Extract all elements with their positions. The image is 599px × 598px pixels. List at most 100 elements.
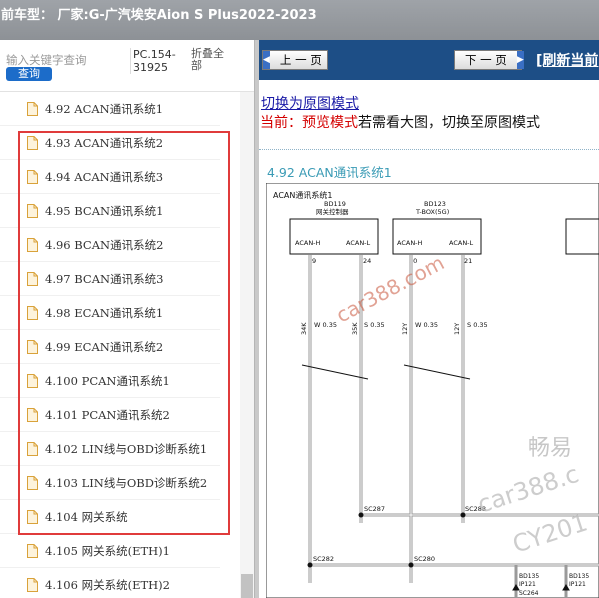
pin-21: 21	[464, 257, 472, 265]
prev-page-button[interactable]: ◀ 上 一 页	[262, 50, 328, 70]
arrow-left-icon: ◀	[263, 51, 270, 69]
tree-item-label: 4.104 网关系统	[45, 509, 128, 524]
divider	[259, 149, 599, 150]
refresh-link[interactable]: [刷新当前	[536, 50, 598, 70]
document-icon	[27, 135, 38, 150]
watermark-brand: 畅易	[528, 436, 572, 461]
tree-item-label: 4.99 ECAN通讯系统2	[45, 339, 164, 354]
tree-item-label: 4.95 BCAN通讯系统1	[45, 203, 164, 218]
collapse-all-button[interactable]: 折叠全部	[191, 48, 231, 72]
document-icon	[27, 475, 38, 490]
wire-34k: 34K	[300, 322, 308, 335]
wire-w035-2: W 0.35	[415, 321, 438, 329]
wire-w035-1: W 0.35	[314, 321, 337, 329]
section-title: 4.92 ACAN通讯系统1	[267, 165, 392, 180]
wire-35k: 35K	[351, 322, 359, 335]
tree-item-label: 4.97 BCAN通讯系统3	[45, 271, 164, 286]
pin-acan-l-2: ACAN-L	[449, 239, 474, 247]
document-icon	[27, 305, 38, 320]
tree-item[interactable]: 4.99 ECAN通讯系统2	[0, 330, 220, 364]
right-panel: ◀ 上 一 页 下 一 页 ▶ [刷新当前 切换为原图模式 当前：预览模式若需看…	[259, 40, 599, 598]
next-page-button[interactable]: 下 一 页 ▶	[454, 50, 524, 70]
connector-ip121-1: IP121	[519, 581, 536, 588]
document-icon	[27, 237, 38, 252]
switch-mode-link[interactable]: 切换为原图模式	[261, 93, 359, 113]
tree-item-label: 4.94 ACAN通讯系统3	[45, 169, 164, 184]
module1-name: 网关控制器	[316, 207, 349, 216]
pin-24: 24	[363, 257, 371, 265]
document-icon	[27, 543, 38, 558]
tree-item[interactable]: 4.106 网关系统(ETH)2	[0, 568, 220, 598]
connector-bd135-2: BD135	[569, 573, 589, 580]
pc-code: PC.154-31925	[130, 48, 180, 74]
current-mode-line: 当前：预览模式若需看大图，切换至原图模式	[260, 112, 540, 132]
tree-item-label: 4.103 LIN线与OBD诊断系统2	[45, 475, 208, 490]
next-page-label: 下 一 页	[465, 53, 507, 67]
pin-9: 9	[312, 257, 316, 265]
tree-item[interactable]: 4.101 PCAN通讯系统2	[0, 398, 220, 432]
current-mode: 预览模式	[302, 115, 358, 131]
left-panel: 查询 PC.154-31925 折叠全部 4.92 ACAN通讯系统1 4.93 …	[0, 40, 257, 598]
tree-item[interactable]: 4.100 PCAN通讯系统1	[0, 364, 220, 398]
wire-s035-2: S 0.35	[467, 321, 488, 329]
current-label: 当前：	[260, 115, 302, 131]
tree-item-label: 4.93 ACAN通讯系统2	[45, 135, 164, 150]
document-icon	[27, 509, 38, 524]
tree-item-label: 4.98 ECAN通讯系统1	[45, 305, 164, 320]
wiring-diagram[interactable]: ACAN通讯系统1 BD119 网关控制器 ACAN-H ACAN-L BD12…	[266, 183, 599, 598]
tree-item-label: 4.102 LIN线与OBD诊断系统1	[45, 441, 208, 456]
splice-sc264: SC264	[519, 590, 539, 597]
tree-item-label: 4.105 网关系统(ETH)1	[45, 543, 170, 558]
scroll-thumb[interactable]	[241, 574, 253, 598]
document-icon	[27, 441, 38, 456]
scrollbar[interactable]	[240, 92, 254, 598]
tree-item[interactable]: 4.105 网关系统(ETH)1	[0, 534, 220, 568]
connector-ip121-2: IP121	[569, 581, 586, 588]
connector-bd135-1: BD135	[519, 573, 539, 580]
search-button[interactable]: 查询	[6, 67, 52, 81]
pin-acan-l-1: ACAN-L	[346, 239, 371, 247]
tree-item[interactable]: 4.103 LIN线与OBD诊断系统2	[0, 466, 220, 500]
document-icon	[27, 271, 38, 286]
document-tree: 4.92 ACAN通讯系统1 4.93 ACAN通讯系统2 4.94 ACAN通讯系…	[0, 92, 245, 598]
tree-item-label: 4.100 PCAN通讯系统1	[45, 373, 170, 388]
document-icon	[27, 577, 38, 592]
module1-code: BD119	[324, 200, 346, 208]
wire-s035-1: S 0.35	[364, 321, 385, 329]
tree-item-label: 4.96 BCAN通讯系统2	[45, 237, 164, 252]
splice-sc282: SC282	[313, 555, 334, 563]
tree-item[interactable]: 4.93 ACAN通讯系统2	[0, 126, 220, 160]
tree-item[interactable]: 4.102 LIN线与OBD诊断系统1	[0, 432, 220, 466]
title-text: 前车型： 厂家:G-广汽埃安Aion S Plus2022-2023	[1, 8, 317, 23]
arrow-right-icon: ▶	[516, 51, 524, 69]
tree-item[interactable]: 4.104 网关系统	[0, 500, 220, 534]
document-icon	[27, 407, 38, 422]
diagram-heading: ACAN通讯系统1	[273, 190, 332, 200]
tree-item-label: 4.92 ACAN通讯系统1	[45, 101, 164, 116]
splice-sc287: SC287	[364, 505, 385, 513]
wire-12y-2: 12Y	[453, 323, 461, 335]
module2-name: T-BOX(5G)	[415, 208, 449, 216]
pin-acan-h-1: ACAN-H	[295, 239, 321, 247]
prev-page-label: 上 一 页	[279, 53, 322, 67]
tree-item[interactable]: 4.98 ECAN通讯系统1	[0, 296, 220, 330]
document-icon	[27, 169, 38, 184]
current-hint: 若需看大图，切换至原图模式	[358, 115, 540, 131]
tree-item[interactable]: 4.94 ACAN通讯系统3	[0, 160, 220, 194]
tree-item[interactable]: 4.92 ACAN通讯系统1	[0, 92, 220, 126]
tree-item[interactable]: 4.95 BCAN通讯系统1	[0, 194, 220, 228]
search-area: 查询 PC.154-31925 折叠全部	[0, 40, 257, 92]
module2-code: BD123	[424, 200, 446, 208]
title-bar: 前车型： 厂家:G-广汽埃安Aion S Plus2022-2023	[0, 0, 599, 40]
document-icon	[27, 373, 38, 388]
tree-item-label: 4.106 网关系统(ETH)2	[45, 577, 170, 592]
tree-item[interactable]: 4.96 BCAN通讯系统2	[0, 228, 220, 262]
document-icon	[27, 203, 38, 218]
pin-acan-h-2: ACAN-H	[397, 239, 423, 247]
wire-12y-1: 12Y	[401, 323, 409, 335]
tree-item[interactable]: 4.97 BCAN通讯系统3	[0, 262, 220, 296]
nav-bar: ◀ 上 一 页 下 一 页 ▶ [刷新当前	[259, 40, 599, 80]
document-icon	[27, 101, 38, 116]
tree-item-label: 4.101 PCAN通讯系统2	[45, 407, 170, 422]
document-icon	[27, 339, 38, 354]
